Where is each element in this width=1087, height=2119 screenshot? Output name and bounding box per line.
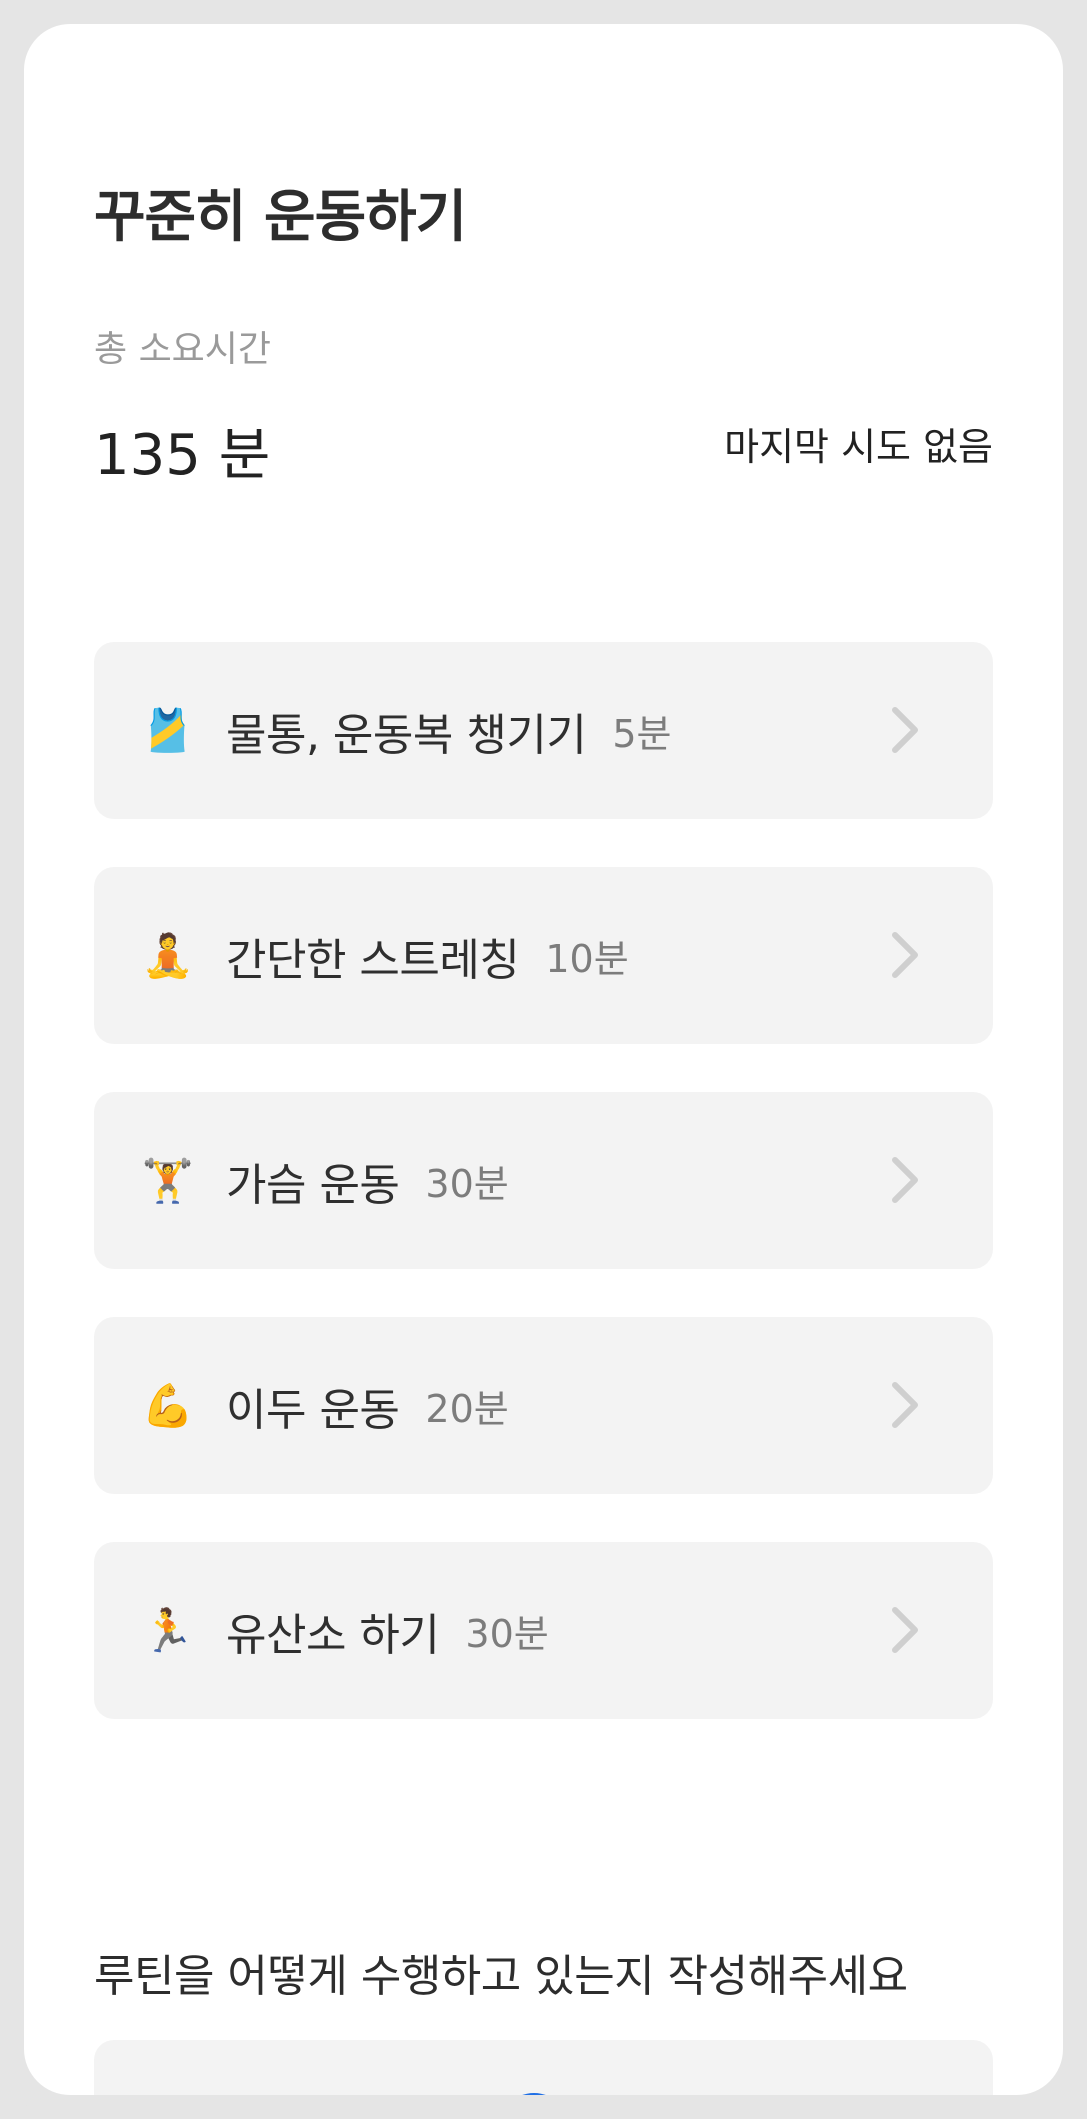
chevron-right-icon bbox=[892, 1382, 918, 1428]
add-feedback-box[interactable]: + bbox=[94, 2040, 993, 2095]
routine-duration: 30분 bbox=[425, 1162, 509, 1206]
last-attempt-status: 마지막 시도 없음 bbox=[724, 425, 993, 469]
routine-label: 이두 운동 bbox=[226, 1384, 400, 1436]
routine-label: 유산소 하기 bbox=[226, 1609, 440, 1661]
routine-item[interactable]: 🏃 유산소 하기 30분 bbox=[94, 1542, 993, 1719]
meditation-icon: 🧘 bbox=[141, 930, 195, 980]
routine-label: 물통, 운동복 챙기기 bbox=[226, 709, 587, 761]
routine-duration: 5분 bbox=[612, 712, 672, 756]
feedback-prompt: 루틴을 어떻게 수행하고 있는지 작성해주세요 bbox=[94, 1951, 908, 2002]
total-time-value: 135 분 bbox=[94, 423, 271, 488]
weightlifter-icon: 🏋️ bbox=[141, 1155, 195, 1205]
chevron-right-icon bbox=[892, 707, 918, 753]
runner-icon: 🏃 bbox=[141, 1605, 195, 1655]
routine-item[interactable]: 🏋️ 가슴 운동 30분 bbox=[94, 1092, 993, 1269]
plus-icon[interactable]: + bbox=[498, 2093, 570, 2095]
routine-item[interactable]: 🧘 간단한 스트레칭 10분 bbox=[94, 867, 993, 1044]
chevron-right-icon bbox=[892, 932, 918, 978]
running-shirt-icon: 🎽 bbox=[141, 705, 195, 755]
total-time-label: 총 소요시간 bbox=[94, 329, 272, 370]
routine-item[interactable]: 💪 이두 운동 20분 bbox=[94, 1317, 993, 1494]
routine-duration: 30분 bbox=[465, 1612, 549, 1656]
routine-duration: 20분 bbox=[425, 1387, 509, 1431]
routine-duration: 10분 bbox=[545, 937, 629, 981]
chevron-right-icon bbox=[892, 1157, 918, 1203]
routine-label: 간단한 스트레칭 bbox=[226, 934, 520, 986]
routine-item[interactable]: 🎽 물통, 운동복 챙기기 5분 bbox=[94, 642, 993, 819]
screen: 꾸준히 운동하기 총 소요시간 135 분 마지막 시도 없음 🎽 물통, 운동… bbox=[24, 24, 1063, 2095]
device-frame: 꾸준히 운동하기 총 소요시간 135 분 마지막 시도 없음 🎽 물통, 운동… bbox=[0, 0, 1087, 2119]
page-title: 꾸준히 운동하기 bbox=[94, 185, 467, 250]
routine-label: 가슴 운동 bbox=[226, 1159, 400, 1211]
flexed-biceps-icon: 💪 bbox=[141, 1380, 195, 1430]
chevron-right-icon bbox=[892, 1607, 918, 1653]
